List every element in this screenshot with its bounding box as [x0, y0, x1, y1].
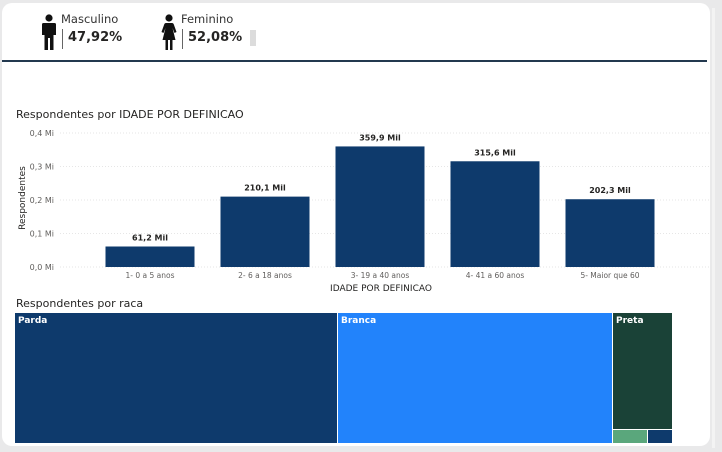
bar[interactable] — [105, 246, 195, 267]
x-tick-label: 5- Maior que 60 — [580, 271, 639, 280]
y-tick-label: 0,2 Mi — [30, 196, 54, 205]
treemap-label-branca: Branca — [341, 316, 377, 326]
bar[interactable] — [565, 199, 655, 267]
y-tick-label: 0,3 Mi — [30, 163, 54, 172]
x-axis-label: IDADE POR DEFINICAO — [330, 284, 432, 294]
treemap-label-parda: Parda — [18, 316, 48, 326]
bar-chart-title: Respondentes por IDADE POR DEFINICAO — [16, 108, 244, 121]
kpi-divider — [182, 29, 183, 49]
treemap-title: Respondentes por raca — [16, 297, 144, 310]
data-label: 210,1 Mil — [244, 184, 286, 193]
kpi-indicator — [250, 30, 256, 46]
male-value: 47,92% — [68, 30, 123, 45]
y-tick-label: 0,1 Mi — [30, 230, 54, 239]
y-axis-label: Respondentes — [18, 166, 28, 230]
x-tick-label: 3- 19 a 40 anos — [351, 271, 410, 280]
data-label: 315,6 Mil — [474, 148, 516, 157]
treemap-cell-branca[interactable]: Branca — [338, 313, 613, 444]
male-icon — [42, 14, 56, 50]
data-label: 359,9 Mil — [359, 133, 401, 142]
female-label: Feminino — [181, 12, 234, 26]
kpi-divider — [62, 29, 63, 49]
x-tick-label: 2- 6 a 18 anos — [238, 271, 292, 280]
y-tick-label: 0,4 Mi — [30, 129, 54, 138]
header-separator — [2, 60, 707, 62]
y-tick-label: 0,0 Mi — [30, 263, 54, 272]
age-bar-chart: 0,0 Mi 0,1 Mi 0,2 Mi 0,3 Mi 0,4 Mi 61,2 Mil 2… — [18, 129, 710, 294]
female-value: 52,08% — [188, 30, 243, 45]
kpi-female: Feminino 52,08% — [161, 10, 271, 55]
bar[interactable] — [335, 146, 425, 267]
treemap-label-preta: Preta — [616, 316, 644, 326]
treemap-cell-small-2[interactable] — [648, 430, 673, 444]
treemap-cell-parda[interactable]: Parda — [15, 313, 338, 444]
bar[interactable] — [220, 196, 310, 267]
x-tick-label: 1- 0 a 5 anos — [126, 271, 175, 280]
x-tick-label: 4- 41 a 60 anos — [466, 271, 525, 280]
treemap-cell-small-1[interactable] — [613, 430, 648, 444]
bar[interactable] — [450, 161, 540, 267]
data-label: 61,2 Mil — [132, 233, 168, 242]
female-icon — [161, 14, 177, 50]
kpi-male: Masculino 47,92% — [41, 10, 141, 55]
data-label: 202,3 Mil — [589, 186, 631, 195]
male-label: Masculino — [61, 12, 119, 26]
treemap-cell-preta[interactable]: Preta — [613, 313, 673, 430]
